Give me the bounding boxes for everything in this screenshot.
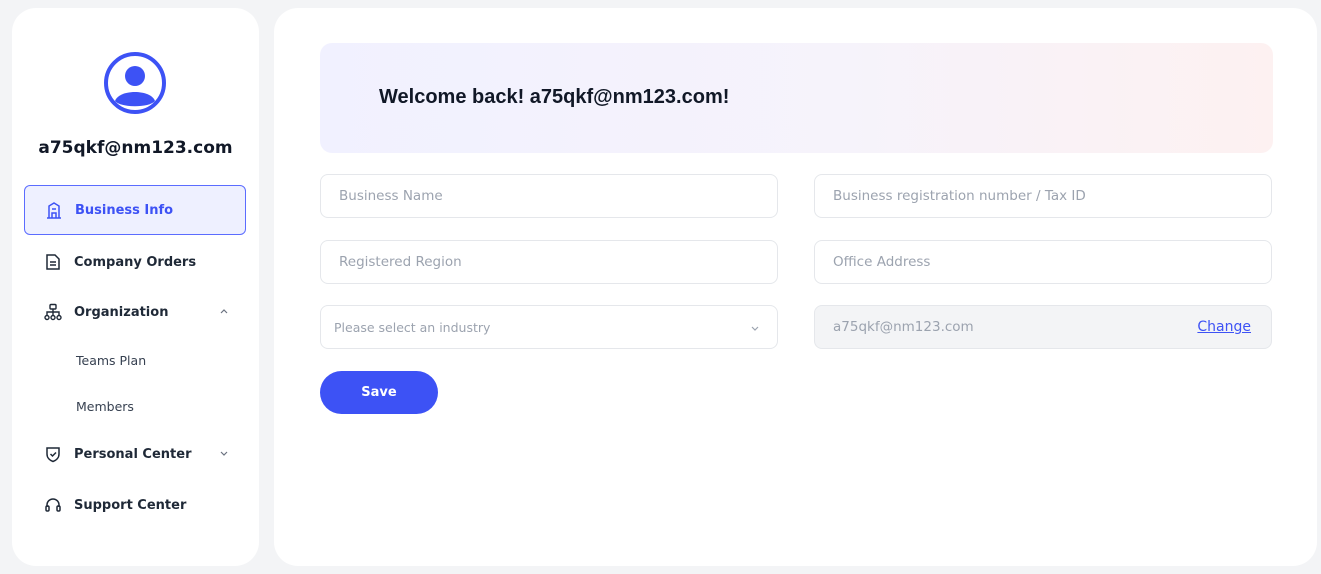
main-panel: Welcome back! a75qkf@nm123.com! Business… xyxy=(274,8,1317,566)
welcome-banner: Welcome back! a75qkf@nm123.com! xyxy=(320,43,1273,153)
industry-select[interactable]: Please select an industry xyxy=(320,305,778,349)
business-name-input[interactable]: Business Name xyxy=(320,174,778,218)
welcome-text: Welcome back! a75qkf@nm123.com! xyxy=(379,86,730,108)
sidebar-item-company-orders[interactable]: Company Orders xyxy=(24,237,246,287)
headset-icon xyxy=(44,496,62,514)
office-address-input[interactable]: Office Address xyxy=(814,240,1272,284)
sidebar-item-label: Business Info xyxy=(75,202,174,218)
chevron-down-icon xyxy=(218,447,230,459)
sidebar-item-label: Support Center xyxy=(74,497,187,513)
building-icon xyxy=(45,201,63,219)
user-avatar-icon xyxy=(104,52,166,114)
sidebar-subitem-members[interactable]: Members xyxy=(76,394,134,418)
org-chart-icon xyxy=(44,303,62,321)
sidebar-item-personal-center[interactable]: Personal Center xyxy=(24,429,246,479)
tax-id-input[interactable]: Business registration number / Tax ID xyxy=(814,174,1272,218)
sidebar-item-business-info[interactable]: Business Info xyxy=(24,185,246,235)
shield-check-icon xyxy=(44,445,62,463)
username: a75qkf@nm123.com xyxy=(38,138,233,158)
chevron-up-icon xyxy=(218,305,230,317)
registered-region-input[interactable]: Registered Region xyxy=(320,240,778,284)
email-value: a75qkf@nm123.com xyxy=(833,319,974,335)
change-email-link[interactable]: Change xyxy=(1197,319,1251,335)
sidebar-item-label: Personal Center xyxy=(74,446,192,462)
industry-select-placeholder: Please select an industry xyxy=(334,319,491,335)
document-icon xyxy=(44,253,62,271)
sidebar: a75qkf@nm123.com Business Info Company O… xyxy=(12,8,259,566)
email-field: a75qkf@nm123.com Change xyxy=(814,305,1272,349)
save-button[interactable]: Save xyxy=(320,371,438,414)
sidebar-item-label: Company Orders xyxy=(74,254,197,270)
sidebar-item-organization[interactable]: Organization xyxy=(24,287,246,337)
avatar[interactable] xyxy=(103,51,167,115)
sidebar-subitem-teams-plan[interactable]: Teams Plan xyxy=(76,348,146,372)
chevron-down-icon xyxy=(749,322,761,334)
sidebar-item-support-center[interactable]: Support Center xyxy=(24,480,246,530)
sidebar-item-label: Organization xyxy=(74,304,169,320)
